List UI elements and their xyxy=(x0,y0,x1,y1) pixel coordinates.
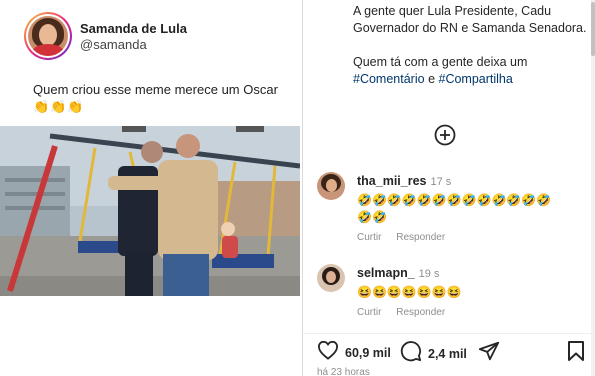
comments-scrollbar[interactable] xyxy=(591,0,595,376)
comment-like-button[interactable]: Curtir xyxy=(357,307,381,318)
comment-avatar[interactable] xyxy=(317,264,345,292)
comments-panel: A gente quer Lula Presidente, Cadu Gover… xyxy=(303,0,595,376)
caption-paragraph-1: A gente quer Lula Presidente, Cadu Gover… xyxy=(353,4,587,35)
tweet-header: Samanda de Lula @samanda xyxy=(24,12,187,60)
comment-username[interactable]: tha_mii_res xyxy=(357,174,426,188)
post-media-panel: Samanda de Lula @samanda Quem criou esse… xyxy=(0,0,302,376)
share-action xyxy=(478,340,500,367)
post-timestamp: há 23 horas xyxy=(317,367,370,376)
comment-action: 2,4 mil xyxy=(400,340,467,367)
hashtag-comentario[interactable]: #Comentário xyxy=(353,72,425,86)
like-action: 60,9 mil xyxy=(317,340,391,365)
comment-username[interactable]: selmapn_ xyxy=(357,266,415,280)
meme-video[interactable] xyxy=(0,126,300,296)
caption-paragraph-2: Quem tá com a gente deixa um #Comentário… xyxy=(353,54,588,88)
comment-reply-button[interactable]: Responder xyxy=(396,232,445,243)
comment-avatar[interactable] xyxy=(317,172,345,200)
comment-text: 🤣🤣🤣🤣🤣🤣🤣🤣🤣🤣🤣🤣🤣🤣🤣 xyxy=(357,193,552,224)
comment-icon[interactable] xyxy=(400,340,422,367)
post-action-bar: 60,9 mil 2,4 mil xyxy=(303,333,595,367)
video-frame-illustration xyxy=(0,126,300,296)
tweet-text: Quem criou esse meme merece um Oscar xyxy=(33,82,278,97)
tweet-handle: @samanda xyxy=(80,36,147,52)
tweet-avatar[interactable] xyxy=(24,12,72,60)
scrollbar-thumb[interactable] xyxy=(591,2,595,56)
comments-count[interactable]: 2,4 mil xyxy=(428,347,467,361)
tweet-display-name: Samanda de Lula xyxy=(80,20,187,36)
comment-text: 😆😆😆😆😆😆😆 xyxy=(357,285,462,299)
comment-time: 19 s xyxy=(418,268,440,280)
likes-count[interactable]: 60,9 mil xyxy=(345,346,391,360)
tweet-author: Samanda de Lula @samanda xyxy=(80,21,187,52)
comment-item: selmapn_ 19 s 😆😆😆😆😆😆😆 Curtir Responder xyxy=(317,264,557,318)
hashtag-compartilha[interactable]: #Compartilha xyxy=(439,72,513,86)
share-icon[interactable] xyxy=(478,340,500,367)
save-action xyxy=(567,340,585,367)
comment-time: 17 s xyxy=(430,176,452,188)
post-caption: A gente quer Lula Presidente, Cadu Gover… xyxy=(353,3,588,88)
comment-like-button[interactable]: Curtir xyxy=(357,232,381,243)
tweet-emojis: 👏👏👏 xyxy=(33,99,85,114)
caption-connector: e xyxy=(428,72,436,86)
add-comment-icon[interactable] xyxy=(434,124,456,146)
comment-item: tha_mii_res 17 s 🤣🤣🤣🤣🤣🤣🤣🤣🤣🤣🤣🤣🤣🤣🤣 Curtir R… xyxy=(317,172,557,243)
comment-reply-button[interactable]: Responder xyxy=(396,307,445,318)
caption-cta: Quem tá com a gente deixa um xyxy=(353,55,528,69)
bookmark-icon[interactable] xyxy=(567,340,585,367)
heart-icon[interactable] xyxy=(317,340,339,365)
